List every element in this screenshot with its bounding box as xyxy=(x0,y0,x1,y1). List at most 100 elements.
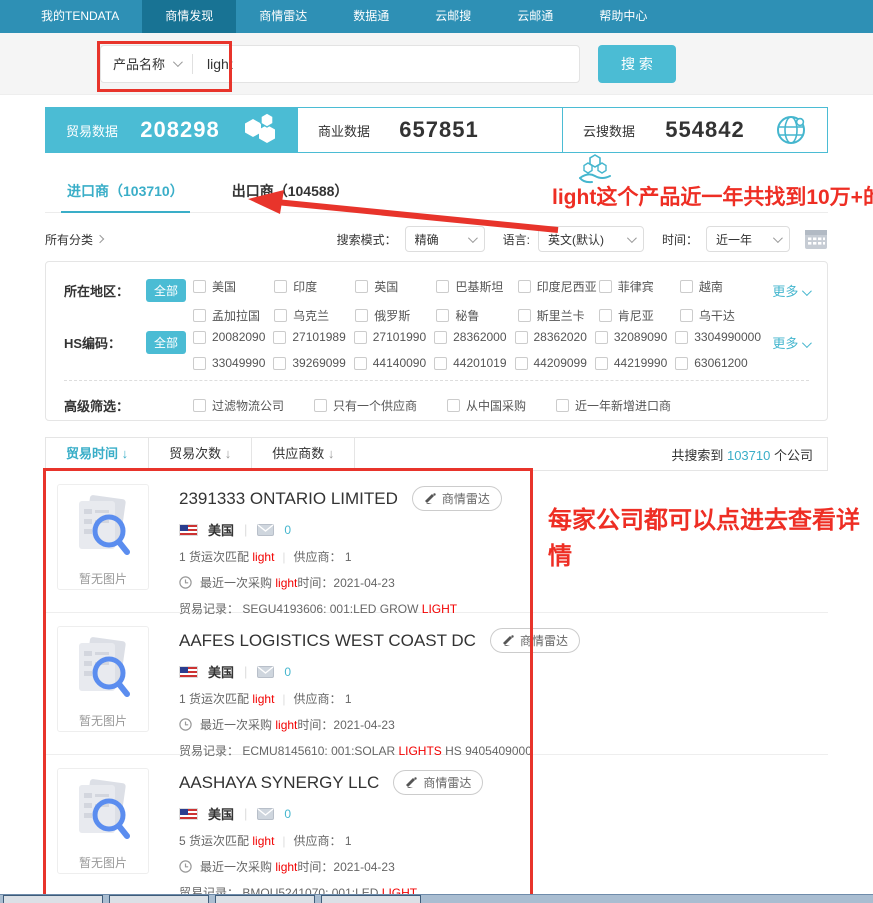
region-option[interactable]: 印度尼西亚 xyxy=(518,278,599,295)
checkbox[interactable] xyxy=(556,399,569,412)
checkbox[interactable] xyxy=(518,309,531,322)
region-option[interactable]: 美国 xyxy=(193,278,274,295)
checkbox[interactable] xyxy=(436,309,449,322)
checkbox[interactable] xyxy=(680,280,693,293)
calendar-icon[interactable] xyxy=(804,228,828,250)
search-mode-select[interactable]: 精确 xyxy=(405,226,485,252)
nav-item-help-center[interactable]: 帮助中心 xyxy=(576,0,670,33)
checkbox[interactable] xyxy=(447,399,460,412)
region-option[interactable]: 乌克兰 xyxy=(274,307,355,324)
checkbox[interactable] xyxy=(193,357,206,370)
radar-button[interactable]: 商情雷达 xyxy=(393,770,483,795)
region-option[interactable]: 英国 xyxy=(355,278,436,295)
hs-option[interactable]: 63061200 xyxy=(675,356,761,370)
sort-trade-time[interactable]: 贸易时间 ↓ xyxy=(46,438,149,470)
search-button[interactable]: 搜 索 xyxy=(598,45,676,83)
checkbox[interactable] xyxy=(436,280,449,293)
region-option[interactable]: 斯里兰卡 xyxy=(518,307,599,324)
checkbox[interactable] xyxy=(355,309,368,322)
hs-all-button[interactable]: 全部 xyxy=(146,331,186,354)
company-card[interactable]: 暂无图片 AAFES LOGISTICS WEST COAST DC 商情雷达 … xyxy=(45,613,828,755)
checkbox[interactable] xyxy=(274,280,287,293)
region-more-link[interactable]: 更多 xyxy=(761,278,809,324)
stat-business-data[interactable]: 商业数据 657851 xyxy=(298,108,563,152)
checkbox[interactable] xyxy=(193,280,206,293)
checkbox[interactable] xyxy=(273,331,286,344)
checkbox[interactable] xyxy=(595,357,608,370)
nav-item-data-link[interactable]: 数据通 xyxy=(330,0,412,33)
sort-trade-count[interactable]: 贸易次数 ↓ xyxy=(149,438,252,470)
hs-more-link[interactable]: 更多 xyxy=(761,330,809,370)
nav-item-business-discovery[interactable]: 商情发现 xyxy=(142,0,236,33)
bottom-sheet-tab[interactable] xyxy=(109,895,209,903)
advanced-option[interactable]: 从中国采购 xyxy=(447,396,526,415)
hs-option[interactable]: 28362020 xyxy=(515,330,595,344)
nav-item-my-tendata[interactable]: 我的TENDATA xyxy=(18,0,142,33)
checkbox[interactable] xyxy=(274,309,287,322)
envelope-icon[interactable] xyxy=(257,524,274,536)
checkbox[interactable] xyxy=(434,357,447,370)
sort-supplier-count[interactable]: 供应商数 ↓ xyxy=(252,438,355,470)
checkbox[interactable] xyxy=(193,399,206,412)
checkbox[interactable] xyxy=(193,331,206,344)
checkbox[interactable] xyxy=(515,331,528,344)
region-option[interactable]: 印度 xyxy=(274,278,355,295)
region-all-button[interactable]: 全部 xyxy=(146,279,186,302)
checkbox[interactable] xyxy=(434,331,447,344)
hs-option[interactable]: 3304990000 xyxy=(675,330,761,344)
tab-exporters[interactable]: 出口商（104588） xyxy=(232,173,349,212)
all-categories-link[interactable]: 所有分类 xyxy=(45,231,103,248)
checkbox[interactable] xyxy=(354,331,367,344)
language-select[interactable]: 英文(默认) xyxy=(538,226,644,252)
stat-cloud-data[interactable]: 云搜数据 554842 xyxy=(563,108,827,152)
region-option[interactable]: 越南 xyxy=(680,278,761,295)
advanced-option[interactable]: 近一年新增进口商 xyxy=(556,396,671,415)
stat-trade-data[interactable]: 贸易数据 208298 xyxy=(46,108,298,152)
tab-importers[interactable]: 进口商（103710） xyxy=(67,173,184,212)
radar-button[interactable]: 商情雷达 xyxy=(490,628,580,653)
nav-item-business-radar[interactable]: 商情雷达 xyxy=(236,0,330,33)
region-option[interactable]: 秘鲁 xyxy=(436,307,517,324)
company-name[interactable]: AAFES LOGISTICS WEST COAST DC xyxy=(179,631,476,651)
checkbox[interactable] xyxy=(193,309,206,322)
envelope-icon[interactable] xyxy=(257,666,274,678)
checkbox[interactable] xyxy=(680,309,693,322)
checkbox[interactable] xyxy=(518,280,531,293)
bottom-sheet-tab[interactable] xyxy=(215,895,315,903)
time-select[interactable]: 近一年 xyxy=(706,226,790,252)
checkbox[interactable] xyxy=(675,331,688,344)
hs-option[interactable]: 20082090 xyxy=(193,330,273,344)
hs-option[interactable]: 32089090 xyxy=(595,330,675,344)
region-option[interactable]: 肯尼亚 xyxy=(599,307,680,324)
hs-option[interactable]: 27101989 xyxy=(273,330,353,344)
hs-option[interactable]: 44201019 xyxy=(434,356,514,370)
nav-item-cloud-mail[interactable]: 云邮通 xyxy=(494,0,576,33)
advanced-option[interactable]: 只有一个供应商 xyxy=(314,396,417,415)
region-option[interactable]: 俄罗斯 xyxy=(355,307,436,324)
checkbox[interactable] xyxy=(355,280,368,293)
region-option[interactable]: 菲律宾 xyxy=(599,278,680,295)
region-option[interactable]: 巴基斯坦 xyxy=(436,278,517,295)
checkbox[interactable] xyxy=(599,309,612,322)
hs-option[interactable]: 44219990 xyxy=(595,356,675,370)
checkbox[interactable] xyxy=(599,280,612,293)
envelope-icon[interactable] xyxy=(257,808,274,820)
hs-option[interactable]: 44140090 xyxy=(354,356,434,370)
checkbox[interactable] xyxy=(515,357,528,370)
search-input[interactable]: light xyxy=(193,56,247,72)
radar-button[interactable]: 商情雷达 xyxy=(412,486,502,511)
checkbox[interactable] xyxy=(354,357,367,370)
advanced-option[interactable]: 过滤物流公司 xyxy=(193,396,284,415)
search-field-select[interactable]: 产品名称 xyxy=(101,54,192,73)
bottom-sheet-tab[interactable] xyxy=(3,895,103,903)
hs-option[interactable]: 27101990 xyxy=(354,330,434,344)
checkbox[interactable] xyxy=(595,331,608,344)
bottom-sheet-tab[interactable] xyxy=(321,895,421,903)
hs-option[interactable]: 33049990 xyxy=(193,356,273,370)
company-card[interactable]: 暂无图片 AASHAYA SYNERGY LLC 商情雷达 美国 | 0 5 货… xyxy=(45,755,828,897)
region-option[interactable]: 孟加拉国 xyxy=(193,307,274,324)
checkbox[interactable] xyxy=(314,399,327,412)
checkbox[interactable] xyxy=(675,357,688,370)
nav-item-cloud-mail-search[interactable]: 云邮搜 xyxy=(412,0,494,33)
hs-option[interactable]: 39269099 xyxy=(273,356,353,370)
